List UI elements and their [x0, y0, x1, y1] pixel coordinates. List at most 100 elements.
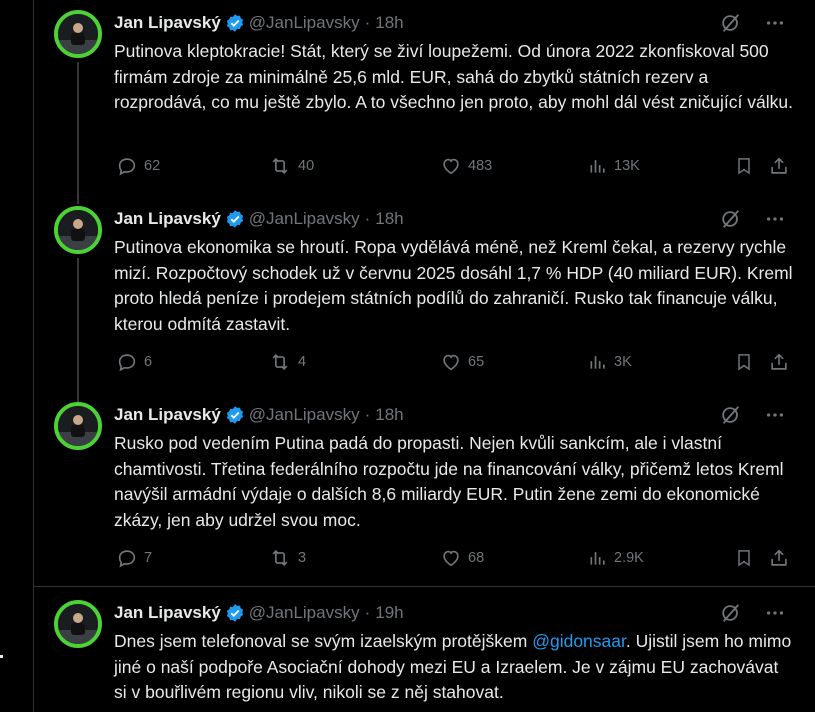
author-name[interactable]: Jan Lipavský: [114, 405, 221, 425]
repost-icon: [272, 549, 288, 567]
share-icon: [771, 353, 787, 370]
like-count: 68: [468, 550, 485, 566]
author-handle[interactable]: @JanLipavsky: [249, 209, 360, 229]
timeline: Jan Lipavský @JanLipavsky · 18h Putinova…: [33, 0, 815, 712]
views-icon: [590, 552, 605, 565]
tweet-header: Jan Lipavský @JanLipavsky · 19h: [114, 602, 404, 624]
tweet[interactable]: Jan Lipavský @JanLipavsky · 18h Rusko po…: [34, 380, 815, 586]
thread-connector: [77, 184, 79, 194]
reply-button[interactable]: 6: [116, 350, 152, 374]
timestamp[interactable]: 18h: [375, 209, 403, 229]
share-button[interactable]: [768, 546, 790, 570]
verified-badge-icon: [226, 604, 243, 622]
separator: ·: [364, 405, 371, 424]
views-icon: [590, 356, 605, 369]
avatar-image: [58, 604, 98, 644]
more-icon[interactable]: [764, 208, 786, 230]
bookmark-icon: [738, 158, 750, 175]
more-icon[interactable]: [764, 404, 786, 426]
repost-icon: [272, 157, 288, 175]
stray-pixel: [0, 655, 3, 658]
like-icon: [443, 550, 459, 567]
bookmark-icon: [738, 354, 750, 371]
avatar[interactable]: [54, 206, 102, 254]
bookmark-button[interactable]: [734, 154, 754, 178]
more-icon[interactable]: [764, 602, 786, 624]
tweet-header: Jan Lipavský @JanLipavsky · 18h: [114, 404, 404, 426]
verified-badge-icon: [226, 14, 243, 32]
views-button[interactable]: 13K: [588, 154, 640, 178]
reply-icon: [118, 550, 136, 568]
tweet-divider: [34, 586, 815, 587]
avatar[interactable]: [54, 10, 102, 58]
grok-icon[interactable]: [720, 404, 742, 426]
repost-count: 40: [298, 158, 315, 174]
repost-button[interactable]: 40: [268, 154, 314, 178]
author-name[interactable]: Jan Lipavský: [114, 603, 221, 623]
like-count: 65: [468, 354, 485, 370]
avatar[interactable]: [54, 402, 102, 450]
bookmark-button[interactable]: [734, 350, 754, 374]
views-icon: [590, 160, 605, 173]
tweet-text: Putinova ekonomika se hroutí. Ropa vyděl…: [114, 237, 793, 334]
reply-button[interactable]: 62: [116, 154, 160, 178]
tweet[interactable]: Jan Lipavský @JanLipavsky · 18h Putinova…: [34, 184, 815, 404]
repost-count: 3: [298, 550, 307, 566]
timestamp[interactable]: 18h: [375, 405, 403, 425]
like-button[interactable]: 68: [440, 546, 484, 570]
verified-badge-icon: [226, 406, 243, 424]
thread-connector: [77, 62, 79, 204]
share-icon: [771, 549, 787, 566]
author-name[interactable]: Jan Lipavský: [114, 13, 221, 33]
views-count: 13K: [614, 158, 640, 174]
verified-badge-icon: [226, 210, 243, 228]
repost-icon: [272, 353, 288, 371]
separator: ·: [364, 209, 371, 228]
reply-count: 7: [144, 550, 153, 566]
mention-link[interactable]: @gidonsaar: [532, 631, 626, 651]
like-icon: [443, 354, 459, 371]
tweet-top-actions: [720, 602, 786, 624]
reply-count: 62: [144, 158, 161, 174]
repost-count: 4: [298, 354, 307, 370]
author-name[interactable]: Jan Lipavský: [114, 209, 221, 229]
author-handle[interactable]: @JanLipavsky: [249, 603, 360, 623]
tweet[interactable]: Jan Lipavský @JanLipavsky · 19h Dnes jse…: [34, 590, 815, 712]
avatar-image: [58, 14, 98, 54]
more-icon[interactable]: [764, 12, 786, 34]
reply-count: 6: [144, 354, 153, 370]
views-count: 2.9K: [614, 550, 644, 566]
like-count: 483: [468, 158, 493, 174]
tweet-top-actions: [720, 12, 786, 34]
views-button[interactable]: 3K: [588, 350, 632, 374]
share-button[interactable]: [768, 154, 790, 178]
tweet-header: Jan Lipavský @JanLipavsky · 18h: [114, 12, 404, 34]
reply-icon: [118, 158, 136, 176]
repost-button[interactable]: 4: [268, 350, 306, 374]
tweet-text: Rusko pod vedením Putina padá do propast…: [114, 433, 784, 530]
like-button[interactable]: 65: [440, 350, 484, 374]
views-button[interactable]: 2.9K: [588, 546, 644, 570]
avatar-image: [58, 406, 98, 446]
grok-icon[interactable]: [720, 602, 742, 624]
repost-button[interactable]: 3: [268, 546, 306, 570]
grok-icon[interactable]: [720, 208, 742, 230]
reply-icon: [118, 354, 136, 372]
tweet-top-actions: [720, 404, 786, 426]
author-handle[interactable]: @JanLipavsky: [249, 13, 360, 33]
tweet-actions: 6 4 65 3K: [116, 350, 806, 374]
timestamp[interactable]: 19h: [375, 603, 403, 623]
grok-icon[interactable]: [720, 12, 742, 34]
bookmark-button[interactable]: [734, 546, 754, 570]
like-icon: [443, 158, 459, 175]
separator: ·: [364, 603, 371, 622]
share-button[interactable]: [768, 350, 790, 374]
reply-button[interactable]: 7: [116, 546, 152, 570]
tweet-actions: 62 40 483 13K: [116, 154, 806, 178]
tweet[interactable]: Jan Lipavský @JanLipavsky · 18h Putinova…: [34, 0, 815, 204]
tweet-top-actions: [720, 208, 786, 230]
timestamp[interactable]: 18h: [375, 13, 403, 33]
author-handle[interactable]: @JanLipavsky: [249, 405, 360, 425]
like-button[interactable]: 483: [440, 154, 492, 178]
avatar[interactable]: [54, 600, 102, 648]
